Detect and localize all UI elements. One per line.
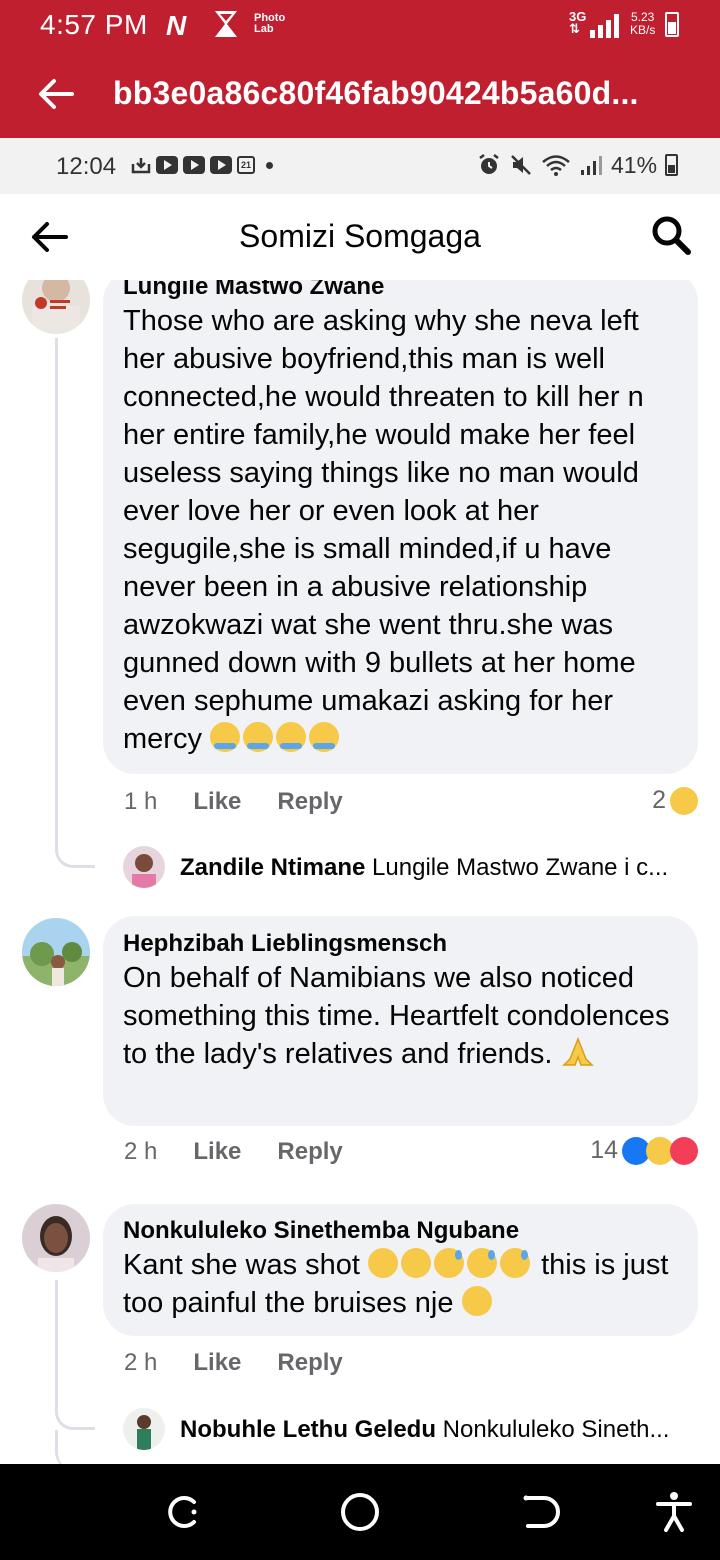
thread-line [55,338,95,868]
reply-button[interactable]: Reply [277,1349,342,1377]
youtube-icon [210,156,232,174]
reply-text: Nonkululeko Sineth... [442,1416,670,1443]
pleading-face-icon [368,1248,399,1278]
avatar[interactable] [22,918,90,986]
back-nav-icon[interactable] [518,1490,562,1534]
alarm-icon [479,154,499,174]
reply-button[interactable]: Reply [277,788,342,816]
downcast-sweat-face-icon [500,1248,531,1278]
download-tray-icon [131,158,151,174]
wifi-icon [542,155,570,176]
hourglass-app-icon [215,11,237,37]
recent-apps-icon[interactable] [158,1490,202,1534]
comment-text: Kant she was shot this is just too painf… [123,1248,669,1319]
care-reaction-icon [670,1136,698,1165]
comment-feed[interactable]: Lungile Mastwo Zwane Those who are askin… [0,280,720,1464]
page-url[interactable]: bb3e0a86c80f46fab90424b5a60d... [113,75,639,112]
reply-preview[interactable]: Zandile Ntimane Lungile Mastwo Zwane i c… [180,854,700,882]
home-icon[interactable] [338,1490,382,1534]
network-type: 3G ⇅ [569,9,587,36]
avatar[interactable] [123,1408,165,1450]
tired-face-icon [461,1286,492,1316]
comment-bubble[interactable]: Lungile Mastwo Zwane Those who are askin… [103,280,698,774]
comment-author[interactable]: Lungile Mastwo Zwane [123,280,678,302]
more-notifications-dot-icon [266,161,273,169]
search-icon[interactable] [650,214,692,256]
thread-line [55,1430,95,1464]
reaction-count: 2 [652,786,666,814]
crying-face-icon [309,722,340,752]
thread-line [55,1280,95,1430]
comment-author[interactable]: Hephzibah Lieblingsmensch [123,929,678,959]
inner-status-bar: 12:04 21 41% [0,138,720,194]
folded-hands-icon [561,1036,594,1066]
accessibility-icon[interactable] [652,1490,696,1534]
battery-percent: 41% [611,151,658,178]
browser-back-arrow-icon[interactable] [36,74,76,114]
reply-author[interactable]: Zandile Ntimane [180,854,365,881]
youtube-icon [156,156,178,174]
page-title: Somizi Somgaga [239,218,481,254]
calendar-icon: 21 [237,156,255,174]
page-header: Somizi Somgaga [0,194,720,280]
reply-author[interactable]: Nobuhle Lethu Geledu [180,1416,436,1443]
comment-actions: 1 h Like Reply [124,788,343,816]
system-icons: 41% [477,151,679,178]
network-speed: 5.23 KB/s [630,10,656,37]
cell-signal-icon [581,156,602,175]
outer-clock: 4:57 PM [40,9,148,40]
reply-button[interactable]: Reply [277,1138,342,1166]
outer-status-bar: 4:57 PM N Photo Lab 3G ⇅ 5.23 KB/s [0,0,720,50]
reaction-summary[interactable]: 2 [652,786,698,815]
comment-bubble[interactable]: Hephzibah Lieblingsmensch On behalf of N… [103,916,698,1126]
photo-lab-app-icon: Photo Lab [254,12,286,35]
crying-face-icon [276,722,307,752]
like-button[interactable]: Like [193,1138,241,1166]
mute-icon [511,155,531,175]
battery-icon [665,154,679,176]
system-nav-bar [0,1464,720,1560]
like-button[interactable]: Like [193,788,241,816]
comment-actions: 2 h Like Reply [124,1138,343,1166]
reaction-summary[interactable]: 14 [590,1136,698,1165]
reply-text: Lungile Mastwo Zwane i c... [372,854,669,881]
like-button[interactable]: Like [193,1349,241,1377]
comment-text: Those who are asking why she neva left h… [123,305,644,755]
youtube-icon [183,156,205,174]
comment-actions: 2 h Like Reply [124,1349,343,1377]
comment-time: 2 h [124,1138,158,1165]
crying-face-icon [210,722,241,752]
comment-bubble[interactable]: Nonkululeko Sinethemba Ngubane Kant she … [103,1204,698,1336]
netflix-icon: N [166,10,187,41]
crying-face-icon [243,722,274,752]
comment-author[interactable]: Nonkululeko Sinethemba Ngubane [123,1216,678,1246]
avatar[interactable] [123,846,165,888]
notification-icons: 21 [131,154,273,176]
pleading-face-icon [401,1248,432,1278]
comment-time: 2 h [124,1349,158,1376]
signal-icon [590,14,619,38]
comment-time: 1 h [124,788,158,815]
battery-icon [665,12,679,37]
downcast-sweat-face-icon [434,1248,465,1278]
reaction-count: 14 [590,1136,618,1164]
inner-clock: 12:04 [56,153,117,180]
comment-text: On behalf of Namibians we also noticed s… [123,962,670,1070]
avatar[interactable] [22,280,90,334]
downcast-sweat-face-icon [467,1248,498,1278]
browser-toolbar: bb3e0a86c80f46fab90424b5a60d... [0,50,720,138]
sad-reaction-icon [670,786,698,815]
avatar[interactable] [22,1204,90,1272]
reply-preview[interactable]: Nobuhle Lethu Geledu Nonkululeko Sineth.… [180,1416,700,1444]
